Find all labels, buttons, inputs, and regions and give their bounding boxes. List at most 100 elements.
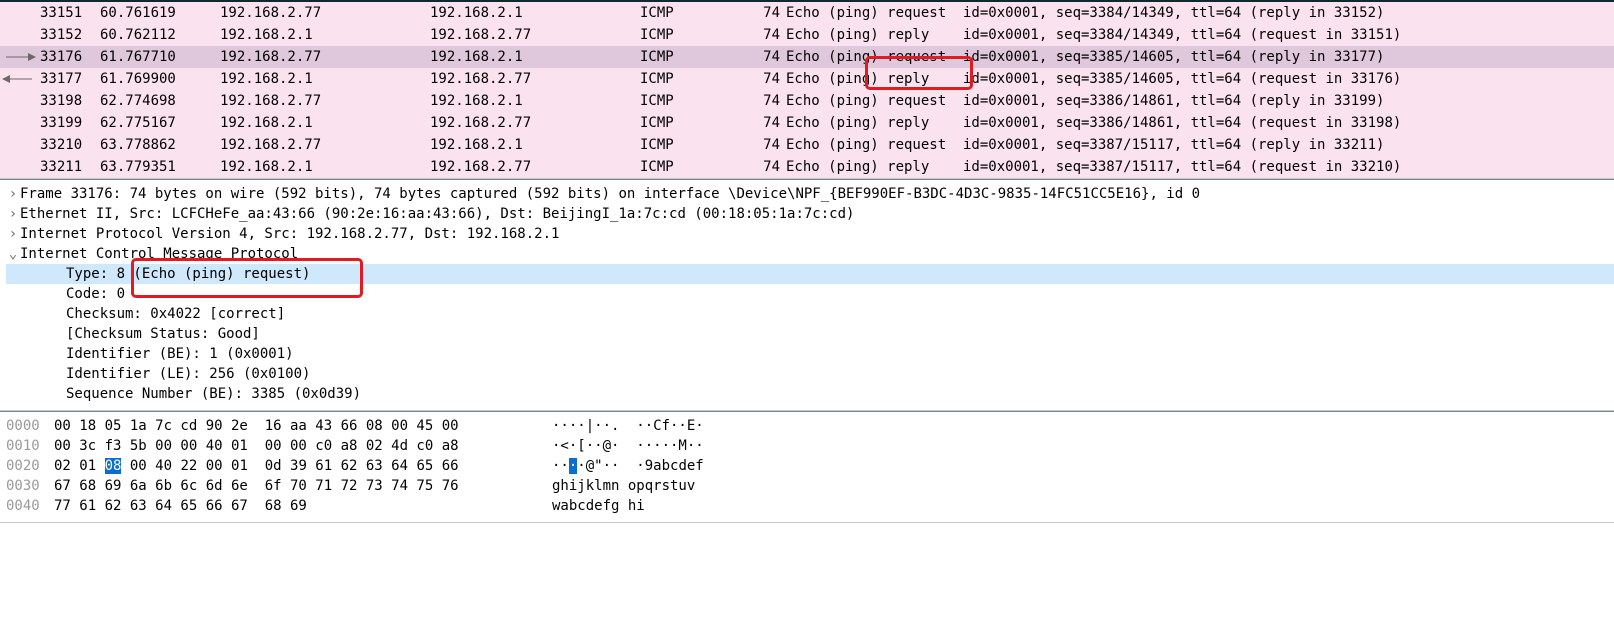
related-arrow-icon: [2, 156, 36, 178]
tree-icmp-code-label: Code: 0: [66, 286, 125, 302]
col-no: 33176: [40, 47, 100, 67]
col-source: 192.168.2.1: [220, 157, 430, 177]
hex-ascii: ····|··. ··Cf··E·: [552, 416, 704, 436]
hex-bytes: 00 3c f3 5b 00 00 40 01 00 00 c0 a8 02 4…: [54, 436, 552, 456]
hex-ascii: ·<·[··@· ·····M··: [552, 436, 704, 456]
hex-offset: 0030: [6, 476, 54, 496]
expand-icon[interactable]: ›: [6, 204, 20, 224]
col-protocol: ICMP: [640, 3, 750, 23]
tree-icmp-id-le-label: Identifier (LE): 256 (0x0100): [66, 366, 310, 382]
tree-icmp-ckstatus-label: [Checksum Status: Good]: [66, 326, 260, 342]
col-no: 33211: [40, 157, 100, 177]
col-info: Echo (ping) reply id=0x0001, seq=3386/14…: [786, 113, 1614, 133]
col-source: 192.168.2.1: [220, 69, 430, 89]
col-source: 192.168.2.1: [220, 113, 430, 133]
col-no: 33198: [40, 91, 100, 111]
hex-row[interactable]: 000000 18 05 1a 7c cd 90 2e 16 aa 43 66 …: [6, 416, 1614, 436]
tree-icmp-checksum[interactable]: Checksum: 0x4022 [correct]: [6, 304, 1614, 324]
tree-icmp-type[interactable]: Type: 8 (Echo (ping) request): [6, 264, 1614, 284]
packet-row[interactable]: 3319962.775167192.168.2.1192.168.2.77ICM…: [0, 112, 1614, 134]
col-dest: 192.168.2.1: [430, 3, 640, 23]
col-info: Echo (ping) reply id=0x0001, seq=3384/14…: [786, 25, 1614, 45]
col-length: 74: [750, 3, 780, 23]
tree-ip[interactable]: ›Internet Protocol Version 4, Src: 192.1…: [6, 224, 1614, 244]
tree-ethernet-label: Ethernet II, Src: LCFCHeFe_aa:43:66 (90:…: [20, 206, 854, 222]
tree-icmp-id-be-label: Identifier (BE): 1 (0x0001): [66, 346, 294, 362]
col-info: Echo (ping) request id=0x0001, seq=3385/…: [786, 47, 1614, 67]
hex-bytes: 67 68 69 6a 6b 6c 6d 6e 6f 70 71 72 73 7…: [54, 476, 552, 496]
col-protocol: ICMP: [640, 47, 750, 67]
related-arrow-icon: [2, 68, 36, 90]
tree-icmp-label: Internet Control Message Protocol: [20, 246, 298, 262]
hex-row[interactable]: 003067 68 69 6a 6b 6c 6d 6e 6f 70 71 72 …: [6, 476, 1614, 496]
col-time: 61.769900: [100, 69, 220, 89]
col-no: 33177: [40, 69, 100, 89]
packet-list[interactable]: 3315160.761619192.168.2.77192.168.2.1ICM…: [0, 0, 1614, 179]
col-length: 74: [750, 113, 780, 133]
packet-row[interactable]: 3317661.767710192.168.2.77192.168.2.1ICM…: [0, 46, 1614, 68]
col-time: 63.778862: [100, 135, 220, 155]
packet-details[interactable]: ›Frame 33176: 74 bytes on wire (592 bits…: [0, 179, 1614, 411]
hex-row[interactable]: 004077 61 62 63 64 65 66 67 68 69wabcdef…: [6, 496, 1614, 516]
col-length: 74: [750, 47, 780, 67]
col-source: 192.168.2.1: [220, 25, 430, 45]
hex-offset: 0010: [6, 436, 54, 456]
expand-icon[interactable]: ›: [6, 184, 20, 204]
col-protocol: ICMP: [640, 157, 750, 177]
col-time: 61.767710: [100, 47, 220, 67]
tree-ethernet[interactable]: ›Ethernet II, Src: LCFCHeFe_aa:43:66 (90…: [6, 204, 1614, 224]
related-arrow-icon: [2, 2, 36, 24]
packet-row[interactable]: 3321063.778862192.168.2.77192.168.2.1ICM…: [0, 134, 1614, 156]
related-arrow-icon: [2, 112, 36, 134]
col-info: Echo (ping) reply id=0x0001, seq=3387/15…: [786, 157, 1614, 177]
hex-bytes: 77 61 62 63 64 65 66 67 68 69: [54, 496, 552, 516]
col-time: 60.762112: [100, 25, 220, 45]
hex-ascii: wabcdefg hi: [552, 496, 645, 516]
tree-icmp-seq-be-label: Sequence Number (BE): 3385 (0x0d39): [66, 386, 361, 402]
col-dest: 192.168.2.77: [430, 69, 640, 89]
col-protocol: ICMP: [640, 91, 750, 111]
packet-row[interactable]: 3319862.774698192.168.2.77192.168.2.1ICM…: [0, 90, 1614, 112]
col-protocol: ICMP: [640, 113, 750, 133]
col-protocol: ICMP: [640, 135, 750, 155]
col-source: 192.168.2.77: [220, 47, 430, 67]
col-time: 62.774698: [100, 91, 220, 111]
packet-row[interactable]: 3315260.762112192.168.2.1192.168.2.77ICM…: [0, 24, 1614, 46]
hex-row[interactable]: 002002 01 08 00 40 22 00 01 0d 39 61 62 …: [6, 456, 1614, 476]
col-protocol: ICMP: [640, 69, 750, 89]
related-arrow-icon: [2, 24, 36, 46]
tree-ip-label: Internet Protocol Version 4, Src: 192.16…: [20, 226, 559, 242]
hex-ascii: ghijklmn opqrstuv: [552, 476, 695, 496]
related-arrow-icon: [2, 134, 36, 156]
col-protocol: ICMP: [640, 25, 750, 45]
col-info: Echo (ping) request id=0x0001, seq=3384/…: [786, 3, 1614, 23]
hex-offset: 0020: [6, 456, 54, 476]
col-dest: 192.168.2.1: [430, 47, 640, 67]
tree-icmp-ckstatus[interactable]: [Checksum Status: Good]: [6, 324, 1614, 344]
hex-row[interactable]: 001000 3c f3 5b 00 00 40 01 00 00 c0 a8 …: [6, 436, 1614, 456]
tree-frame-label: Frame 33176: 74 bytes on wire (592 bits)…: [20, 186, 1200, 202]
tree-frame[interactable]: ›Frame 33176: 74 bytes on wire (592 bits…: [6, 184, 1614, 204]
tree-icmp-id-be[interactable]: Identifier (BE): 1 (0x0001): [6, 344, 1614, 364]
packet-row[interactable]: 3315160.761619192.168.2.77192.168.2.1ICM…: [0, 2, 1614, 24]
col-info: Echo (ping) request id=0x0001, seq=3387/…: [786, 135, 1614, 155]
tree-icmp-code[interactable]: Code: 0: [6, 284, 1614, 304]
col-source: 192.168.2.77: [220, 135, 430, 155]
hex-ascii: ····@"·· ·9abcdef: [552, 456, 704, 476]
col-info: Echo (ping) reply id=0x0001, seq=3385/14…: [786, 69, 1614, 89]
tree-icmp-type-label: Type: 8 (Echo (ping) request): [66, 266, 310, 282]
expand-icon[interactable]: ›: [6, 224, 20, 244]
packet-row[interactable]: 3321163.779351192.168.2.1192.168.2.77ICM…: [0, 156, 1614, 178]
hex-offset: 0000: [6, 416, 54, 436]
col-length: 74: [750, 69, 780, 89]
col-length: 74: [750, 25, 780, 45]
tree-icmp[interactable]: ⌄Internet Control Message Protocol: [6, 244, 1614, 264]
tree-icmp-id-le[interactable]: Identifier (LE): 256 (0x0100): [6, 364, 1614, 384]
tree-icmp-seq-be[interactable]: Sequence Number (BE): 3385 (0x0d39): [6, 384, 1614, 404]
hex-bytes: 02 01 08 00 40 22 00 01 0d 39 61 62 63 6…: [54, 456, 552, 476]
collapse-icon[interactable]: ⌄: [6, 244, 20, 264]
packet-row[interactable]: 3317761.769900192.168.2.1192.168.2.77ICM…: [0, 68, 1614, 90]
col-source: 192.168.2.77: [220, 3, 430, 23]
related-arrow-icon: [2, 90, 36, 112]
packet-bytes[interactable]: 000000 18 05 1a 7c cd 90 2e 16 aa 43 66 …: [0, 411, 1614, 523]
